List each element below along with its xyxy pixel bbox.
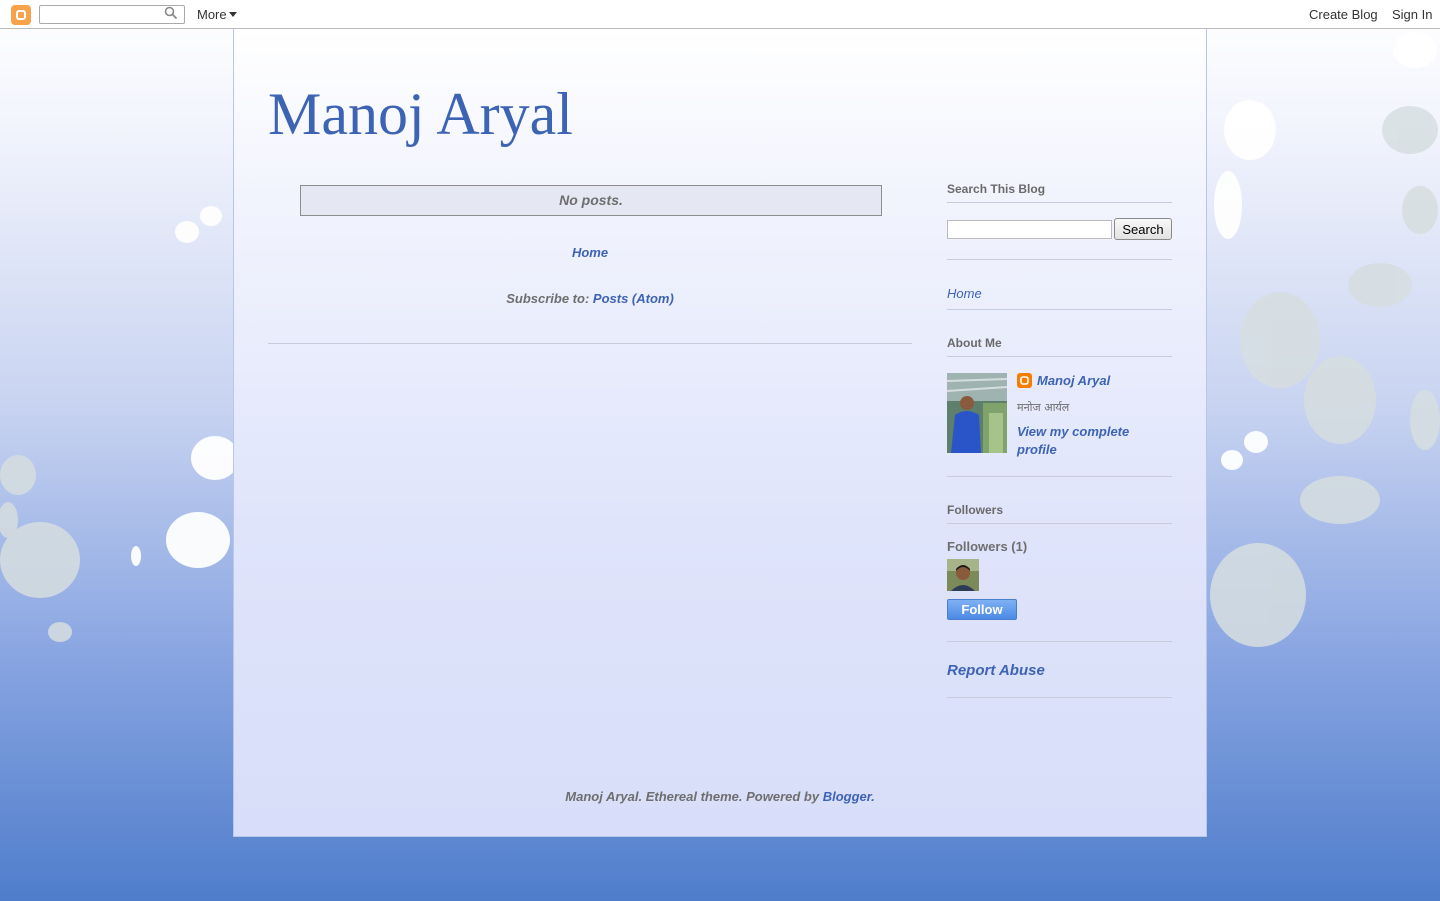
follower-avatar[interactable] bbox=[947, 559, 979, 591]
followers-heading: Followers bbox=[947, 503, 1172, 524]
sidebar-divider bbox=[947, 259, 1172, 260]
sidebar-divider bbox=[947, 476, 1172, 477]
follow-button[interactable]: Follow bbox=[947, 599, 1017, 620]
posts-atom-link[interactable]: Posts (Atom) bbox=[593, 291, 674, 306]
sign-in-link[interactable]: Sign In bbox=[1392, 7, 1432, 22]
view-profile-link[interactable]: View my complete profile bbox=[1017, 423, 1157, 459]
no-posts-message: No posts. bbox=[300, 185, 882, 216]
search-icon[interactable] bbox=[164, 6, 178, 20]
blogger-navbar: More Create Blog Sign In bbox=[0, 0, 1440, 29]
followers-count: Followers (1) bbox=[947, 539, 1028, 554]
caret-down-icon bbox=[228, 12, 237, 17]
footer-attribution: Manoj Aryal. Ethereal theme. Powered by … bbox=[234, 789, 1206, 804]
profile-photo[interactable] bbox=[947, 373, 1007, 453]
sidebar-home-link[interactable]: Home bbox=[947, 286, 982, 301]
footer-text: Manoj Aryal. Ethereal theme. Powered by bbox=[565, 789, 820, 804]
main-divider bbox=[268, 343, 912, 344]
blogger-link[interactable]: Blogger. bbox=[823, 789, 875, 804]
more-label: More bbox=[197, 7, 227, 22]
sidebar-divider bbox=[947, 641, 1172, 642]
home-link[interactable]: Home bbox=[234, 245, 946, 260]
sidebar-divider bbox=[947, 697, 1172, 698]
blogger-profile-icon bbox=[1017, 373, 1032, 388]
report-abuse-link[interactable]: Report Abuse bbox=[947, 662, 1045, 679]
subscribe-line: Subscribe to: Posts (Atom) bbox=[234, 291, 946, 306]
blog-title[interactable]: Manoj Aryal bbox=[268, 79, 573, 149]
content-panel: Manoj Aryal No posts. Home Subscribe to:… bbox=[233, 29, 1207, 837]
search-button[interactable]: Search bbox=[1114, 218, 1172, 240]
about-me-heading: About Me bbox=[947, 336, 1172, 357]
sidebar-divider bbox=[947, 309, 1172, 310]
subscribe-prefix: Subscribe to: bbox=[506, 291, 590, 306]
more-menu-button[interactable]: More bbox=[197, 7, 237, 22]
profile-description: मनोज आर्यल bbox=[1017, 401, 1070, 414]
blog-search-input[interactable] bbox=[947, 220, 1112, 239]
blogger-logo-icon[interactable] bbox=[11, 5, 31, 25]
profile-name-link[interactable]: Manoj Aryal bbox=[1037, 373, 1110, 388]
search-widget-heading: Search This Blog bbox=[947, 182, 1172, 203]
create-blog-link[interactable]: Create Blog bbox=[1309, 7, 1378, 22]
